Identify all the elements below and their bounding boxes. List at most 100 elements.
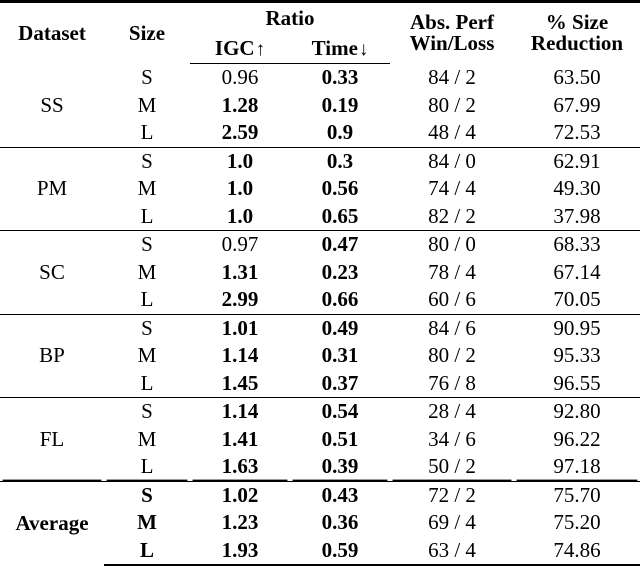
header-row-top: Dataset Size Ratio Abs. Perf Win/Loss % … (0, 0, 640, 64)
time-value: 0.19 (321, 92, 359, 117)
column-header-dataset: Dataset (0, 0, 104, 64)
abs-perf-value: 76 / 8 (428, 370, 476, 395)
size-reduction-value: 75.70 (514, 480, 640, 509)
igc-value: 2.59 (221, 120, 259, 145)
abs-perf-value: 50 / 2 (428, 454, 476, 479)
size-label: M (137, 343, 157, 368)
table-row: SC S 0.97 0.47 80 / 0 68.33 (0, 230, 640, 314)
time-value: 0.37 (321, 370, 359, 395)
time-value: 0.23 (321, 259, 359, 284)
dataset-label: PM (0, 146, 104, 231)
abs-perf-value: 72 / 2 (390, 480, 514, 509)
size-label: M (137, 259, 157, 284)
abs-perf-value: 69 / 4 (428, 510, 476, 535)
abs-perf-value: 34 / 6 (428, 426, 476, 451)
time-value: 0.9 (326, 120, 354, 145)
column-header-time: Time↓ (290, 34, 390, 64)
size-label: S (104, 313, 190, 342)
size-label: L (140, 120, 154, 145)
igc-value: 1.0 (226, 203, 254, 228)
igc-value: 1.28 (221, 92, 259, 117)
size-label: S (104, 397, 190, 426)
table-row: FL S 1.14 0.54 28 / 4 92.80 (0, 397, 640, 481)
size-label: S (104, 146, 190, 175)
table-row: Average S 1.02 0.43 72 / 2 75.70 (0, 480, 640, 565)
igc-value: 1.41 (221, 426, 259, 451)
time-value: 0.59 (290, 536, 390, 566)
time-value: 0.51 (321, 426, 359, 451)
size-reduction-value: 95.33 (553, 343, 601, 368)
size-reduction-value: 49.30 (553, 176, 601, 201)
igc-value: 1.23 (221, 510, 259, 535)
size-reduction-value: 74.86 (514, 536, 640, 566)
time-value: 0.3 (290, 146, 390, 175)
column-header-size-reduction-line1: % Size (545, 10, 609, 35)
column-header-abs-perf: Abs. Perf Win/Loss (390, 0, 514, 64)
size-reduction-value: 72.53 (553, 120, 601, 145)
size-label: M (137, 176, 157, 201)
up-arrow-icon: ↑ (255, 39, 266, 60)
size-label: L (140, 370, 154, 395)
size-label: S (104, 480, 190, 509)
abs-perf-value: 74 / 4 (428, 176, 476, 201)
time-value: 0.43 (290, 480, 390, 509)
time-value: 0.65 (321, 203, 359, 228)
dataset-label: FL (0, 397, 104, 481)
results-table: Dataset Size Ratio Abs. Perf Win/Loss % … (0, 0, 640, 566)
time-value: 0.54 (290, 397, 390, 426)
igc-value: 1.14 (221, 343, 259, 368)
column-header-size-reduction-line2: Reduction (530, 31, 624, 56)
size-reduction-value: 62.91 (514, 146, 640, 175)
dataset-label: BP (0, 313, 104, 398)
size-label: L (104, 536, 190, 566)
size-label: M (137, 510, 157, 535)
igc-value: 2.99 (221, 287, 259, 312)
abs-perf-value: 63 / 4 (390, 536, 514, 566)
size-reduction-value: 63.50 (553, 65, 601, 89)
size-reduction-value: 96.22 (553, 426, 601, 451)
igc-value: 1.63 (221, 454, 259, 479)
column-header-abs-perf-line2: Win/Loss (409, 31, 495, 56)
abs-perf-value: 84 / 2 (428, 65, 476, 89)
column-header-time-label: Time (311, 36, 358, 60)
abs-perf-value: 28 / 4 (390, 397, 514, 426)
igc-value: 1.45 (221, 370, 259, 395)
column-header-igc: IGC↑ (190, 34, 290, 64)
abs-perf-value: 80 / 0 (390, 230, 514, 259)
igc-value: 1.02 (190, 480, 290, 509)
igc-value: 1.14 (190, 397, 290, 426)
abs-perf-value: 80 / 2 (428, 343, 476, 368)
size-label: S (104, 230, 190, 259)
size-reduction-value: 70.05 (553, 287, 601, 312)
size-reduction-value: 90.95 (514, 313, 640, 342)
time-value: 0.47 (290, 230, 390, 259)
size-reduction-value: 75.20 (553, 510, 601, 535)
size-reduction-value: 96.55 (553, 370, 601, 395)
abs-perf-value: 48 / 4 (428, 120, 476, 145)
size-label: L (140, 203, 154, 228)
size-reduction-value: 92.80 (514, 397, 640, 426)
time-value: 0.39 (321, 454, 359, 479)
size-reduction-value: 67.99 (553, 92, 601, 117)
column-header-size: Size (104, 0, 190, 64)
size-label: M (137, 92, 157, 117)
dataset-label: SC (0, 230, 104, 314)
column-header-size-reduction: % Size Reduction (514, 0, 640, 64)
igc-value: 0.96 (221, 65, 259, 90)
time-value: 0.31 (321, 343, 359, 368)
size-label: M (137, 426, 157, 451)
abs-perf-value: 80 / 2 (428, 92, 476, 117)
igc-value: 1.31 (221, 259, 259, 284)
abs-perf-value: 78 / 4 (428, 259, 476, 284)
time-value: 0.36 (321, 510, 359, 535)
down-arrow-icon: ↓ (358, 39, 369, 60)
time-value: 0.33 (321, 65, 359, 90)
time-value: 0.66 (321, 287, 359, 312)
abs-perf-value: 84 / 0 (390, 146, 514, 175)
time-value: 0.56 (321, 176, 359, 201)
size-reduction-value: 97.18 (553, 454, 601, 479)
igc-value: 1.0 (190, 146, 290, 175)
table-header: Dataset Size Ratio Abs. Perf Win/Loss % … (0, 0, 640, 64)
table-body: S S S 0.96 0.33 84 / 2 63.50 M 1.28 0.19 80 / 2 67.… (0, 64, 640, 566)
igc-value: 1.0 (226, 176, 254, 201)
